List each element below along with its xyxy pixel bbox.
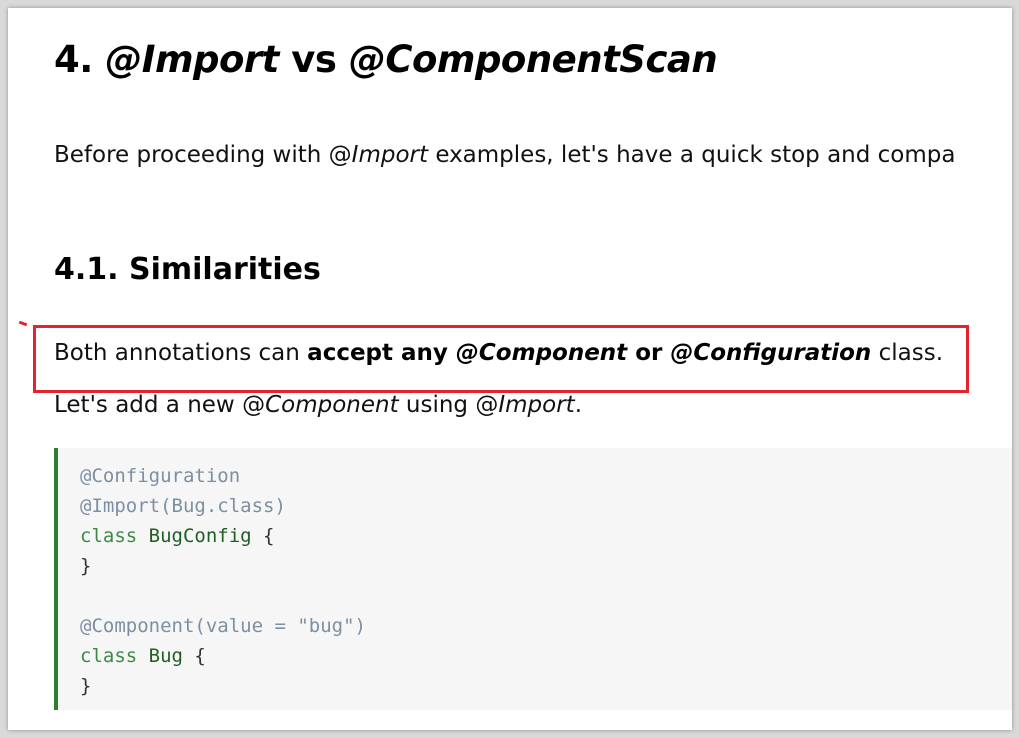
highlight-annotation-box	[33, 325, 969, 393]
annotation-mark	[18, 320, 28, 327]
subsection-heading: 4.1. Similarities	[54, 252, 321, 287]
code-line: @Configuration	[80, 465, 241, 487]
heading-componentscan: @ComponentScan	[348, 38, 718, 81]
code-line: }	[80, 675, 92, 697]
code-line: @Import(Bug.class)	[80, 495, 286, 517]
code-line: class Bug {	[80, 645, 206, 667]
code-line: }	[80, 555, 92, 577]
code-line: class BugConfig {	[80, 525, 275, 547]
intro-paragraph: Before proceeding with @Import examples,…	[54, 142, 956, 168]
add-component-sentence: Let's add a new @Component using @Import…	[54, 392, 582, 418]
heading-import: @Import	[105, 38, 279, 81]
heading-vs: vs	[291, 38, 337, 81]
heading-number: 4.	[54, 38, 93, 81]
article-viewport: 4. @Import vs @ComponentScan Before proc…	[8, 8, 1012, 730]
code-line: @Component(value = "bug")	[80, 615, 366, 637]
section-heading: 4. @Import vs @ComponentScan	[54, 38, 718, 81]
code-block[interactable]: @Configuration @Import(Bug.class) class …	[54, 448, 1012, 710]
